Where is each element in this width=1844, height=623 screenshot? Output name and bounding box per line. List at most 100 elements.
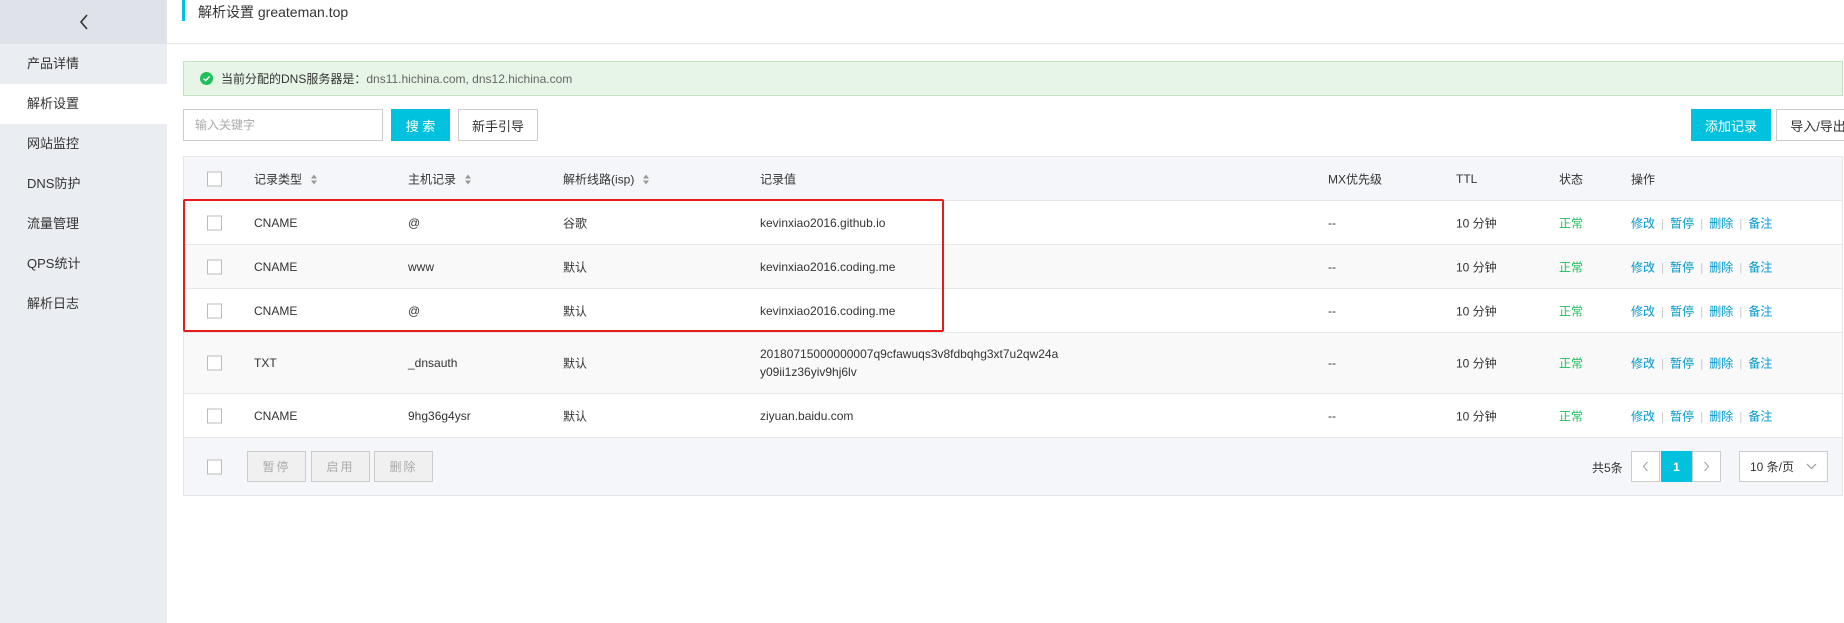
- note-link[interactable]: 备注: [1748, 357, 1772, 371]
- row-ops: 修改 | 暂停 | 删除 | 备注: [1631, 304, 1773, 318]
- prev-page-button[interactable]: [1631, 451, 1660, 482]
- record-type: CNAME: [254, 215, 298, 230]
- record-ttl: 10 分钟: [1456, 356, 1497, 371]
- row-ops: 修改 | 暂停 | 删除 | 备注: [1631, 216, 1773, 230]
- row-ops: 修改 | 暂停 | 删除 | 备注: [1631, 409, 1773, 423]
- row-checkbox[interactable]: [207, 259, 222, 274]
- sidebar-item-qps[interactable]: QPS统计: [0, 244, 167, 284]
- row-checkbox[interactable]: [207, 303, 222, 318]
- note-link[interactable]: 备注: [1748, 260, 1772, 274]
- row-checkbox[interactable]: [207, 408, 222, 423]
- status-badge: 正常: [1559, 409, 1584, 423]
- record-line: 默认: [563, 356, 588, 371]
- sidebar-item-dns-protection[interactable]: DNS防护: [0, 164, 167, 204]
- sidebar-item-log[interactable]: 解析日志: [0, 284, 167, 324]
- row-checkbox[interactable]: [207, 355, 222, 371]
- record-mx: --: [1328, 259, 1336, 274]
- record-type: CNAME: [254, 408, 298, 423]
- pause-link[interactable]: 暂停: [1670, 260, 1694, 274]
- record-mx: --: [1328, 408, 1336, 423]
- record-ttl: 10 分钟: [1456, 304, 1497, 318]
- batch-delete-button[interactable]: 删除: [374, 451, 433, 482]
- delete-link[interactable]: 删除: [1709, 216, 1733, 230]
- search-input[interactable]: [183, 109, 383, 141]
- table-row: CNAME @ 默认 kevinxiao2016.coding.me -- 10…: [184, 289, 1842, 333]
- pause-link[interactable]: 暂停: [1670, 409, 1694, 423]
- guide-button[interactable]: 新手引导: [458, 109, 538, 141]
- sidebar-item-product-detail[interactable]: 产品详情: [0, 44, 167, 84]
- record-host: 9hg36g4ysr: [408, 408, 471, 423]
- check-circle-icon: [200, 72, 213, 85]
- notice-label: 当前分配的DNS服务器是：: [221, 72, 367, 86]
- sidebar: 产品详情 解析设置 网站监控 DNS防护 流量管理 QPS统计 解析日志: [0, 0, 167, 623]
- record-type: CNAME: [254, 259, 298, 274]
- col-host[interactable]: 主机记录: [408, 170, 472, 187]
- sort-icon: [643, 174, 650, 185]
- record-host: _dnsauth: [408, 356, 458, 370]
- edit-link[interactable]: 修改: [1631, 260, 1655, 274]
- table-row: CNAME www 默认 kevinxiao2016.coding.me -- …: [184, 245, 1842, 289]
- select-all-checkbox[interactable]: [207, 171, 222, 186]
- chevron-down-icon: [1806, 463, 1817, 470]
- edit-link[interactable]: 修改: [1631, 357, 1655, 371]
- back-button[interactable]: [0, 0, 167, 44]
- delete-link[interactable]: 删除: [1709, 409, 1733, 423]
- record-line: 默认: [563, 260, 588, 274]
- record-host: @: [408, 215, 421, 230]
- record-mx: --: [1328, 356, 1336, 370]
- record-ttl: 10 分钟: [1456, 216, 1497, 230]
- edit-link[interactable]: 修改: [1631, 304, 1655, 318]
- table-row: CNAME @ 谷歌 kevinxiao2016.github.io -- 10…: [184, 201, 1842, 245]
- table-row: TXT _dnsauth 默认 20180715000000007q9cfawu…: [184, 333, 1842, 394]
- table-footer: 暂停 启用 删除 共5条 1 10 条/页: [184, 438, 1842, 495]
- col-line[interactable]: 解析线路(isp): [563, 170, 650, 187]
- record-type: CNAME: [254, 303, 298, 318]
- row-checkbox[interactable]: [207, 215, 222, 230]
- delete-link[interactable]: 删除: [1709, 304, 1733, 318]
- note-link[interactable]: 备注: [1748, 216, 1772, 230]
- title-accent: [182, 0, 185, 21]
- search-button[interactable]: 搜 索: [391, 109, 450, 141]
- batch-pause-button[interactable]: 暂停: [247, 451, 306, 482]
- note-link[interactable]: 备注: [1748, 409, 1772, 423]
- record-ttl: 10 分钟: [1456, 260, 1497, 274]
- batch-enable-button[interactable]: 启用: [311, 451, 370, 482]
- next-page-button[interactable]: [1692, 451, 1721, 482]
- col-ops: 操作: [1631, 172, 1656, 186]
- record-value: 20180715000000007q9cfawuqs3v8fdbqhg3xt7u…: [760, 347, 1059, 379]
- pause-link[interactable]: 暂停: [1670, 304, 1694, 318]
- record-host: www: [408, 259, 434, 274]
- record-type: TXT: [254, 356, 277, 370]
- pause-link[interactable]: 暂停: [1670, 357, 1694, 371]
- sort-icon: [311, 174, 318, 185]
- col-type[interactable]: 记录类型: [254, 170, 318, 187]
- record-mx: --: [1328, 215, 1336, 230]
- record-mx: --: [1328, 303, 1336, 318]
- add-record-button[interactable]: 添加记录: [1691, 109, 1771, 141]
- sidebar-item-traffic[interactable]: 流量管理: [0, 204, 167, 244]
- record-value: kevinxiao2016.coding.me: [760, 259, 896, 274]
- record-value: kevinxiao2016.github.io: [760, 215, 886, 230]
- page-size-select[interactable]: 10 条/页: [1739, 451, 1828, 482]
- record-value: ziyuan.baidu.com: [760, 408, 854, 423]
- import-export-button[interactable]: 导入/导出: [1776, 109, 1844, 141]
- status-badge: 正常: [1559, 356, 1584, 371]
- col-value: 记录值: [760, 172, 797, 186]
- chevron-left-icon: [1642, 461, 1648, 472]
- note-link[interactable]: 备注: [1748, 304, 1772, 318]
- main-content: 解析设置 greateman.top 当前分配的DNS服务器是： dns11.h…: [167, 0, 1844, 623]
- sidebar-item-dns-settings[interactable]: 解析设置: [0, 84, 167, 124]
- sidebar-item-site-monitor[interactable]: 网站监控: [0, 124, 167, 164]
- delete-link[interactable]: 删除: [1709, 260, 1733, 274]
- sort-icon: [465, 174, 472, 185]
- col-mx: MX优先级: [1328, 172, 1383, 186]
- dns-server-notice: 当前分配的DNS服务器是： dns11.hichina.com, dns12.h…: [183, 61, 1843, 96]
- delete-link[interactable]: 删除: [1709, 357, 1733, 371]
- record-host: @: [408, 303, 421, 318]
- footer-select-all-checkbox[interactable]: [207, 459, 222, 474]
- edit-link[interactable]: 修改: [1631, 409, 1655, 423]
- pause-link[interactable]: 暂停: [1670, 216, 1694, 230]
- edit-link[interactable]: 修改: [1631, 216, 1655, 230]
- status-badge: 正常: [1559, 304, 1584, 318]
- current-page-button[interactable]: 1: [1661, 451, 1692, 482]
